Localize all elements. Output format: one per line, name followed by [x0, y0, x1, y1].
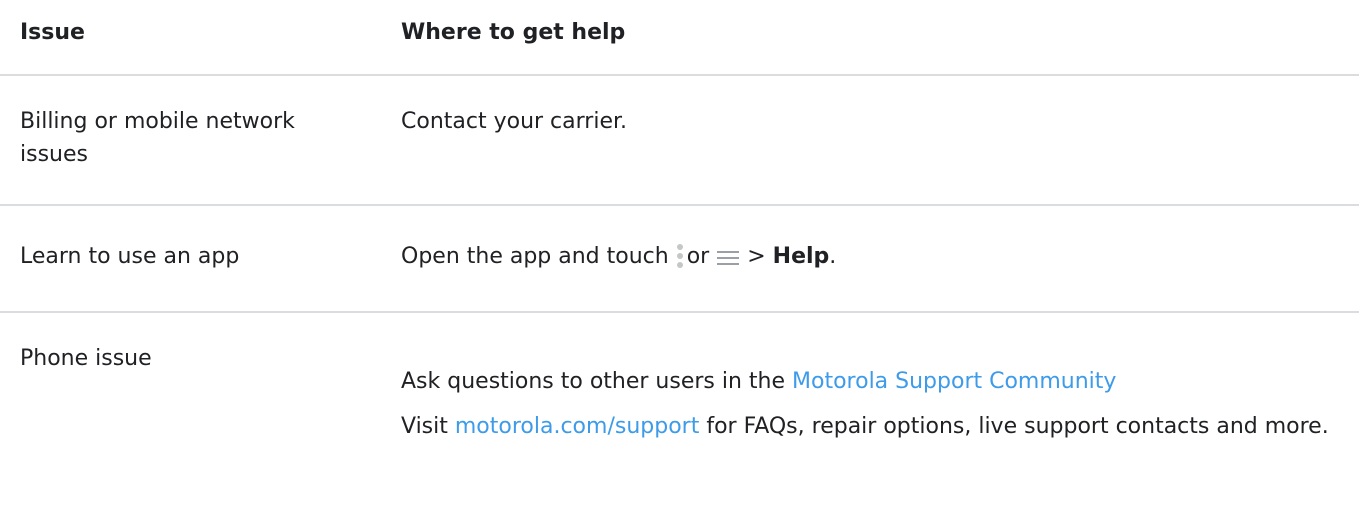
more-vertical-icon [675, 240, 685, 273]
help-text-bold: Help [772, 244, 830, 269]
help-text-prefix: Open the app and touch [401, 244, 669, 269]
help-cell: Ask questions to other users in the Moto… [401, 365, 1341, 455]
issue-cell: Billing or mobile network issues [20, 109, 295, 167]
help-table: Issue Where to get help Billing or mobil… [0, 0, 1359, 513]
table-header-row: Issue Where to get help [0, 0, 1359, 76]
support-text: for FAQs, repair options, live support c… [699, 414, 1329, 439]
header-issue: Issue [20, 20, 85, 45]
community-paragraph: Ask questions to other users in the Moto… [401, 365, 1341, 398]
visit-text: Visit [401, 414, 455, 439]
motorola-support-link[interactable]: motorola.com/support [455, 414, 699, 439]
help-cell: Open the app and touch or > Help. [401, 240, 1341, 273]
table-row: Learn to use an app Open the app and tou… [0, 206, 1359, 313]
issue-cell: Learn to use an app [20, 244, 240, 269]
issue-cell: Phone issue [20, 346, 152, 371]
help-cell: Contact your carrier. [401, 109, 627, 134]
support-paragraph: Visit motorola.com/support for FAQs, rep… [401, 410, 1341, 443]
motorola-support-community-link[interactable]: Motorola Support Community [792, 369, 1116, 394]
menu-icon [717, 240, 740, 273]
table-row: Billing or mobile network issues Contact… [0, 76, 1359, 206]
header-where-to-get-help: Where to get help [401, 20, 626, 45]
help-text-separator: > [747, 244, 766, 269]
community-text: Ask questions to other users in the [401, 369, 793, 394]
help-text-end: . [829, 244, 837, 269]
help-text-or: or [686, 244, 710, 269]
table-row: Phone issue Ask questions to other users… [0, 313, 1359, 513]
